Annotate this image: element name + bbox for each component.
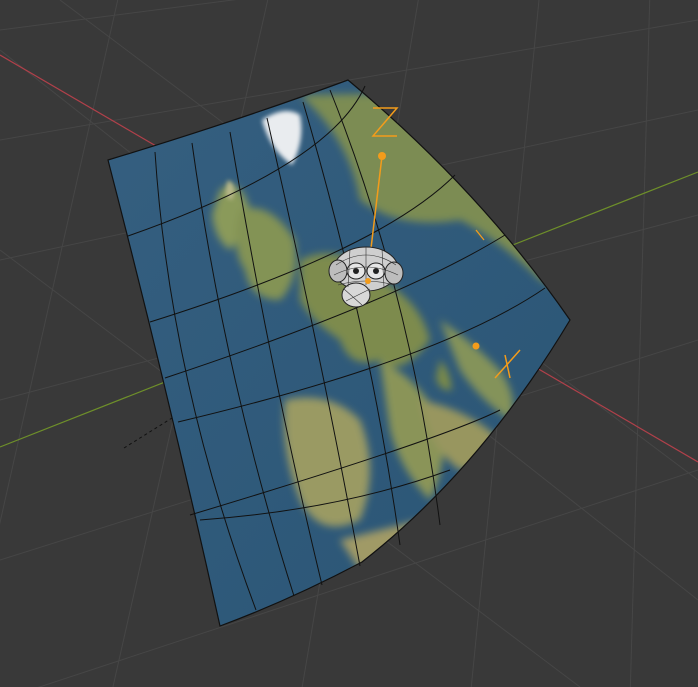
empty-origin-dot[interactable] <box>378 152 386 160</box>
light-helper-dashed <box>123 417 173 449</box>
3d-viewport[interactable] <box>0 0 698 687</box>
axis-empty-origin[interactable] <box>472 342 480 350</box>
viewport-canvas <box>0 0 698 687</box>
map-plane[interactable] <box>107 79 580 627</box>
